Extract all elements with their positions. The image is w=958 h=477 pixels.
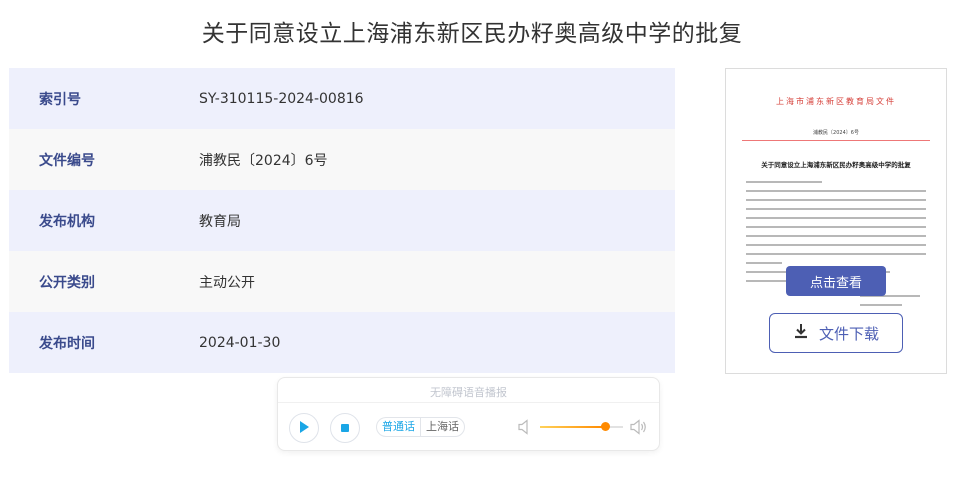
volume-slider-knob[interactable] xyxy=(600,422,610,431)
meta-value: 浦教民〔2024〕6号 xyxy=(199,152,328,169)
meta-label: 发布时间 xyxy=(39,335,95,352)
meta-label: 文件编号 xyxy=(39,152,95,169)
audio-player: 无障碍语音播报 普通话 上海话 xyxy=(277,377,660,451)
meta-label: 公开类别 xyxy=(39,274,95,291)
meta-row-publisher: 发布机构 教育局 xyxy=(9,190,675,251)
meta-row-index: 索引号 SY-310115-2024-00816 xyxy=(9,68,675,129)
meta-value: 教育局 xyxy=(199,213,241,230)
download-file-button[interactable]: 文件下载 xyxy=(769,313,903,353)
meta-value: SY-310115-2024-00816 xyxy=(199,90,364,107)
metadata-table: 索引号 SY-310115-2024-00816 文件编号 浦教民〔2024〕6… xyxy=(9,68,675,373)
document-header: 上海市浦东新区教育局文件 xyxy=(776,97,896,106)
volume-low-icon[interactable] xyxy=(518,419,532,439)
document-number: 浦教民〔2024〕6号 xyxy=(813,130,859,136)
dialect-tabs: 普通话 上海话 xyxy=(376,417,465,437)
tab-shanghainese[interactable]: 上海话 xyxy=(421,418,464,436)
meta-row-file-number: 文件编号 浦教民〔2024〕6号 xyxy=(9,129,675,190)
meta-label: 索引号 xyxy=(39,91,81,108)
play-icon xyxy=(297,419,311,438)
volume-high-icon[interactable] xyxy=(630,419,648,439)
meta-value: 主动公开 xyxy=(199,274,255,291)
download-label: 文件下载 xyxy=(818,324,879,343)
tab-mandarin[interactable]: 普通话 xyxy=(377,418,421,436)
divider xyxy=(278,402,659,403)
meta-row-category: 公开类别 主动公开 xyxy=(9,251,675,312)
view-document-button[interactable]: 点击查看 xyxy=(786,266,886,296)
document-red-line xyxy=(742,140,930,141)
volume-slider-fill xyxy=(540,426,605,428)
meta-label: 发布机构 xyxy=(39,213,95,230)
audio-player-title: 无障碍语音播报 xyxy=(430,386,507,399)
document-title: 关于同意设立上海浦东新区民办籽奥高级中学的批复 xyxy=(761,161,911,169)
document-signature-lines xyxy=(860,295,920,313)
play-button[interactable] xyxy=(289,413,319,443)
meta-row-publish-date: 发布时间 2024-01-30 xyxy=(9,312,675,373)
stop-button[interactable] xyxy=(330,413,360,443)
meta-value: 2024-01-30 xyxy=(199,334,281,351)
download-icon xyxy=(793,323,809,343)
page-title: 关于同意设立上海浦东新区民办籽奥高级中学的批复 xyxy=(201,21,743,47)
stop-icon xyxy=(339,419,351,438)
volume-slider[interactable] xyxy=(540,422,623,431)
